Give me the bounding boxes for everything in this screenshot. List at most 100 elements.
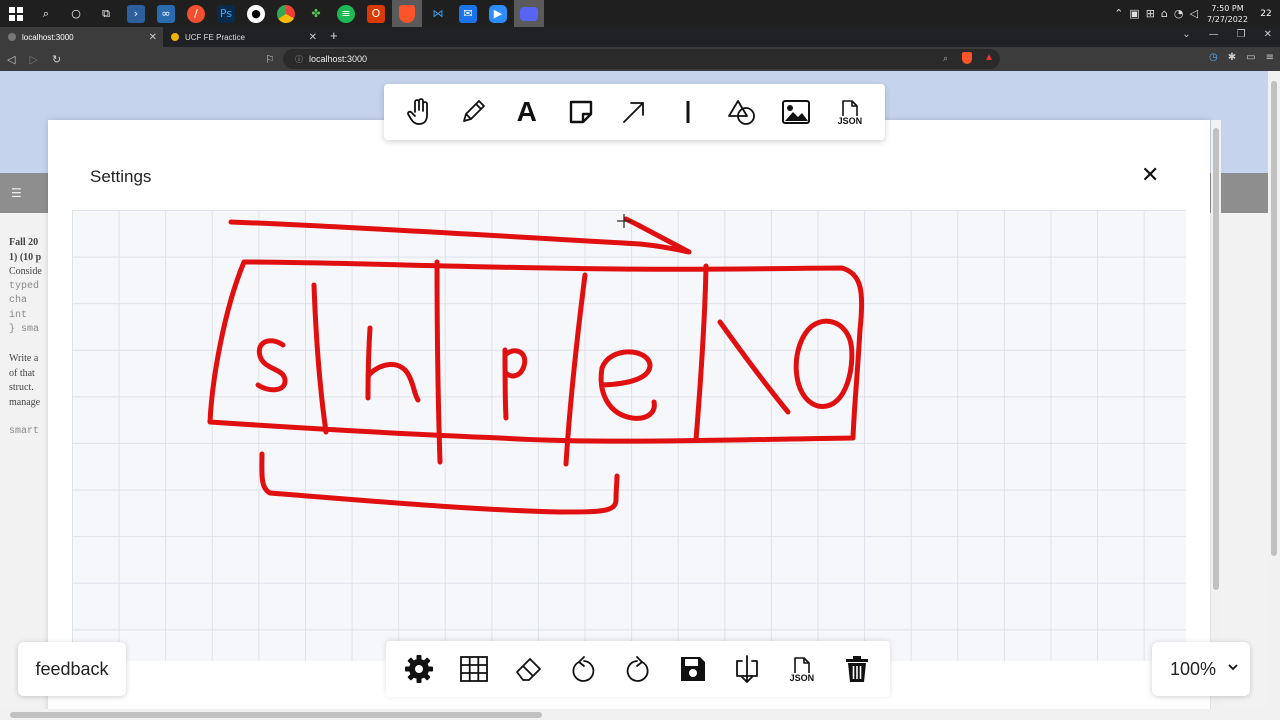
sticky-note-icon	[569, 100, 592, 124]
background-text-line: typed	[9, 280, 40, 292]
brave-rewards-icon[interactable]: ▲	[984, 52, 994, 63]
eraser-icon	[515, 658, 541, 681]
forward-icon[interactable]: ▷	[29, 53, 37, 66]
pencil-tool[interactable]	[453, 92, 493, 132]
close-icon[interactable]: ✕	[1141, 165, 1159, 187]
mail-icon[interactable]: ✉	[459, 4, 477, 23]
search-icon[interactable]: ⌕	[37, 5, 55, 23]
maple-icon[interactable]: ✤	[307, 5, 325, 23]
grid-toggle-button[interactable]	[454, 649, 494, 689]
discord-icon[interactable]	[514, 0, 544, 27]
image-tool[interactable]	[776, 92, 816, 132]
taskbar: ⌕ ○ ⧉ › ∞ / Ps ● ✤ ≡ O ⋈ ✉ ▶ ⌃ ▣ ⊞ ⌂ ◔ ◁…	[0, 0, 1280, 27]
page-scrollbar-thumb[interactable]	[1271, 81, 1277, 556]
brave-icon[interactable]	[392, 0, 422, 27]
zoom-select[interactable]: 100%	[1152, 642, 1250, 696]
url-text: localhost:3000	[309, 54, 368, 64]
background-text-line: struct.	[9, 382, 34, 393]
redo-icon	[626, 656, 649, 682]
brave-shields-icon[interactable]	[962, 52, 972, 64]
drawing-canvas[interactable]	[72, 210, 1186, 661]
notification-center-icon[interactable]: 22	[1256, 6, 1276, 22]
volume-icon[interactable]: ◁	[1190, 7, 1198, 20]
wallet-icon[interactable]: ▭	[1246, 52, 1255, 63]
arrow-tool[interactable]	[614, 92, 654, 132]
modal-scrollbar-thumb[interactable]	[1213, 128, 1219, 590]
eraser-button[interactable]	[509, 649, 549, 689]
horizontal-scrollbar-thumb[interactable]	[10, 712, 542, 718]
extension-icon[interactable]: ◷	[1209, 52, 1218, 63]
browser-extensions: ◷ ✱ ▭ ≡	[1209, 52, 1274, 63]
json-import-tool[interactable]: JSON	[830, 92, 870, 132]
background-text-line: int	[9, 309, 28, 321]
json-file-icon	[842, 99, 858, 116]
zoom-lens-icon[interactable]: ⌕	[943, 53, 948, 64]
network-icon[interactable]: ◔	[1174, 7, 1184, 20]
text-tool[interactable]: A	[507, 92, 547, 132]
close-tab-icon[interactable]: ✕	[149, 32, 157, 43]
json-label: JSON	[789, 672, 815, 683]
spotify-icon[interactable]: ≡	[337, 4, 355, 23]
undo-button[interactable]	[563, 649, 603, 689]
feedback-button[interactable]: feedback	[18, 642, 126, 696]
chevron-down-icon	[1228, 664, 1238, 671]
new-tab-icon[interactable]: +	[330, 28, 338, 43]
settings-button[interactable]	[399, 649, 439, 689]
puzzle-icon[interactable]: ✱	[1228, 52, 1236, 63]
restore-icon[interactable]: ❐	[1237, 29, 1246, 40]
sticky-note-tool[interactable]	[561, 92, 601, 132]
redo-button[interactable]	[618, 649, 658, 689]
chrome-icon[interactable]	[277, 4, 295, 23]
minimize-icon[interactable]: —	[1209, 29, 1219, 40]
bookmark-icon[interactable]: ⚐	[265, 53, 275, 66]
tray-app-icon[interactable]: ⊞	[1146, 7, 1155, 20]
tab-localhost[interactable]: localhost:3000 ✕	[0, 27, 163, 47]
windows-start-icon[interactable]	[7, 5, 25, 23]
undo-icon	[572, 656, 595, 682]
close-tab-icon[interactable]: ✕	[309, 32, 317, 43]
chevron-up-icon[interactable]: ⌃	[1114, 7, 1123, 20]
office-icon[interactable]: O	[367, 4, 385, 23]
save-button[interactable]	[673, 649, 713, 689]
info-icon[interactable]: ⓘ	[295, 54, 303, 65]
tab-search-icon[interactable]: ⌄	[1182, 29, 1190, 40]
visual-studio-icon[interactable]: ∞	[157, 4, 175, 23]
line-tool[interactable]	[668, 92, 708, 132]
powershell-icon[interactable]: ›	[127, 4, 145, 23]
tray-app-icon[interactable]: ▣	[1129, 7, 1139, 20]
shapes-tool[interactable]	[722, 92, 762, 132]
download-button[interactable]	[727, 649, 767, 689]
cortana-icon[interactable]: ○	[67, 5, 85, 23]
notification-count: 22	[1260, 8, 1272, 19]
modal-title: Settings	[90, 167, 152, 186]
back-icon[interactable]: ◁	[7, 53, 15, 66]
json-export-button[interactable]: JSON	[782, 649, 822, 689]
modal-scrollbar[interactable]	[1211, 120, 1221, 720]
system-tray: ⌃ ▣ ⊞ ⌂ ◔ ◁ 7:50 PM 7/27/2022 22	[1111, 0, 1280, 27]
top-toolbar: A JSON	[384, 84, 885, 140]
background-text-line: smart	[9, 425, 40, 437]
tab-ucf-fe-practice[interactable]: UCF FE Practice ✕	[163, 27, 323, 47]
zoom-icon[interactable]: ▶	[489, 4, 507, 23]
clock[interactable]: 7:50 PM 7/27/2022	[1207, 3, 1248, 25]
tray-app-icon[interactable]: ⌂	[1161, 7, 1168, 20]
shapes-icon	[728, 100, 756, 125]
vscode-icon[interactable]: ⋈	[429, 5, 447, 23]
git-icon[interactable]: /	[187, 4, 205, 23]
clock-time: 7:50 PM	[1211, 3, 1244, 13]
background-text-line: cha	[9, 295, 28, 306]
github-desktop-icon[interactable]: ●	[247, 4, 265, 23]
reload-icon[interactable]: ↻	[52, 53, 61, 66]
close-window-icon[interactable]: ✕	[1264, 29, 1272, 40]
horizontal-scrollbar[interactable]	[0, 709, 1268, 720]
clear-button[interactable]	[837, 649, 877, 689]
background-document-text: Fall 20 1) (10 p Conside typed cha int} sma…	[9, 236, 47, 439]
menu-icon[interactable]: ≡	[1266, 52, 1274, 63]
task-view-icon[interactable]: ⧉	[97, 5, 115, 23]
url-input[interactable]: ⓘ localhost:3000 ⌕ ▲	[283, 49, 1000, 69]
photoshop-icon[interactable]: Ps	[217, 4, 235, 23]
page-scrollbar[interactable]	[1268, 71, 1280, 720]
json-label: JSON	[837, 115, 863, 126]
clock-date: 7/27/2022	[1206, 14, 1248, 24]
hand-tool[interactable]	[399, 92, 439, 132]
